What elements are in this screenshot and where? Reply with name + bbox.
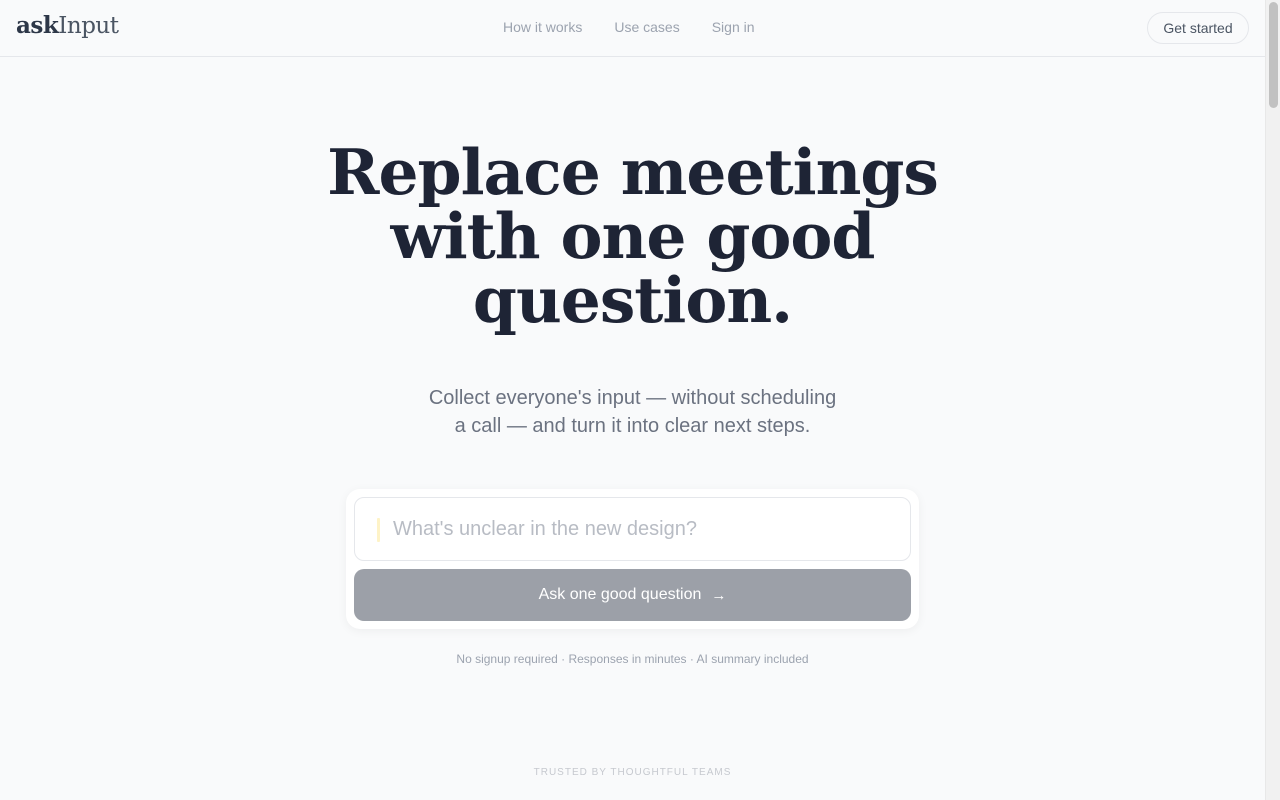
hero-subheadline: Collect everyone's input — without sched… <box>0 384 1265 440</box>
top-nav-bar: ask Input How it works Use cases Sign in … <box>0 0 1265 57</box>
get-started-button[interactable]: Get started <box>1147 12 1249 44</box>
subheadline-line: a call — and turn it into clear next ste… <box>454 415 811 437</box>
headline-line: with one good <box>390 199 876 273</box>
nav-link-sign-in[interactable]: Sign in <box>712 19 755 35</box>
scrollbar-thumb[interactable] <box>1269 2 1278 108</box>
logo-ask-text: ask <box>16 12 59 39</box>
question-card: Ask one good question → <box>346 489 919 629</box>
page-scrollbar[interactable] <box>1265 0 1280 800</box>
ask-question-label: Ask one good question <box>538 586 702 603</box>
form-footnote: No signup required · Responses in minute… <box>456 652 809 666</box>
arrow-right-icon: → <box>711 586 727 604</box>
nav-link-use-cases[interactable]: Use cases <box>614 19 679 35</box>
text-caret <box>377 518 380 542</box>
headline-line: question. <box>472 263 793 337</box>
trusted-by-label: TRUSTED BY THOUGHTFUL TEAMS <box>533 767 732 778</box>
question-field-wrapper <box>354 497 911 561</box>
landing-page: ask Input How it works Use cases Sign in … <box>0 0 1265 800</box>
headline-line: Replace meetings <box>327 135 939 209</box>
subheadline-line: Collect everyone's input — without sched… <box>428 387 837 409</box>
question-input[interactable] <box>393 498 893 560</box>
logo-input-text: Input <box>58 13 119 39</box>
main-nav: How it works Use cases Sign in <box>503 19 755 35</box>
ask-question-button[interactable]: Ask one good question → <box>354 569 911 621</box>
logo[interactable]: ask Input <box>16 12 119 39</box>
hero-headline: Replace meetings with one good question. <box>0 140 1265 332</box>
nav-link-how-it-works[interactable]: How it works <box>503 19 582 35</box>
